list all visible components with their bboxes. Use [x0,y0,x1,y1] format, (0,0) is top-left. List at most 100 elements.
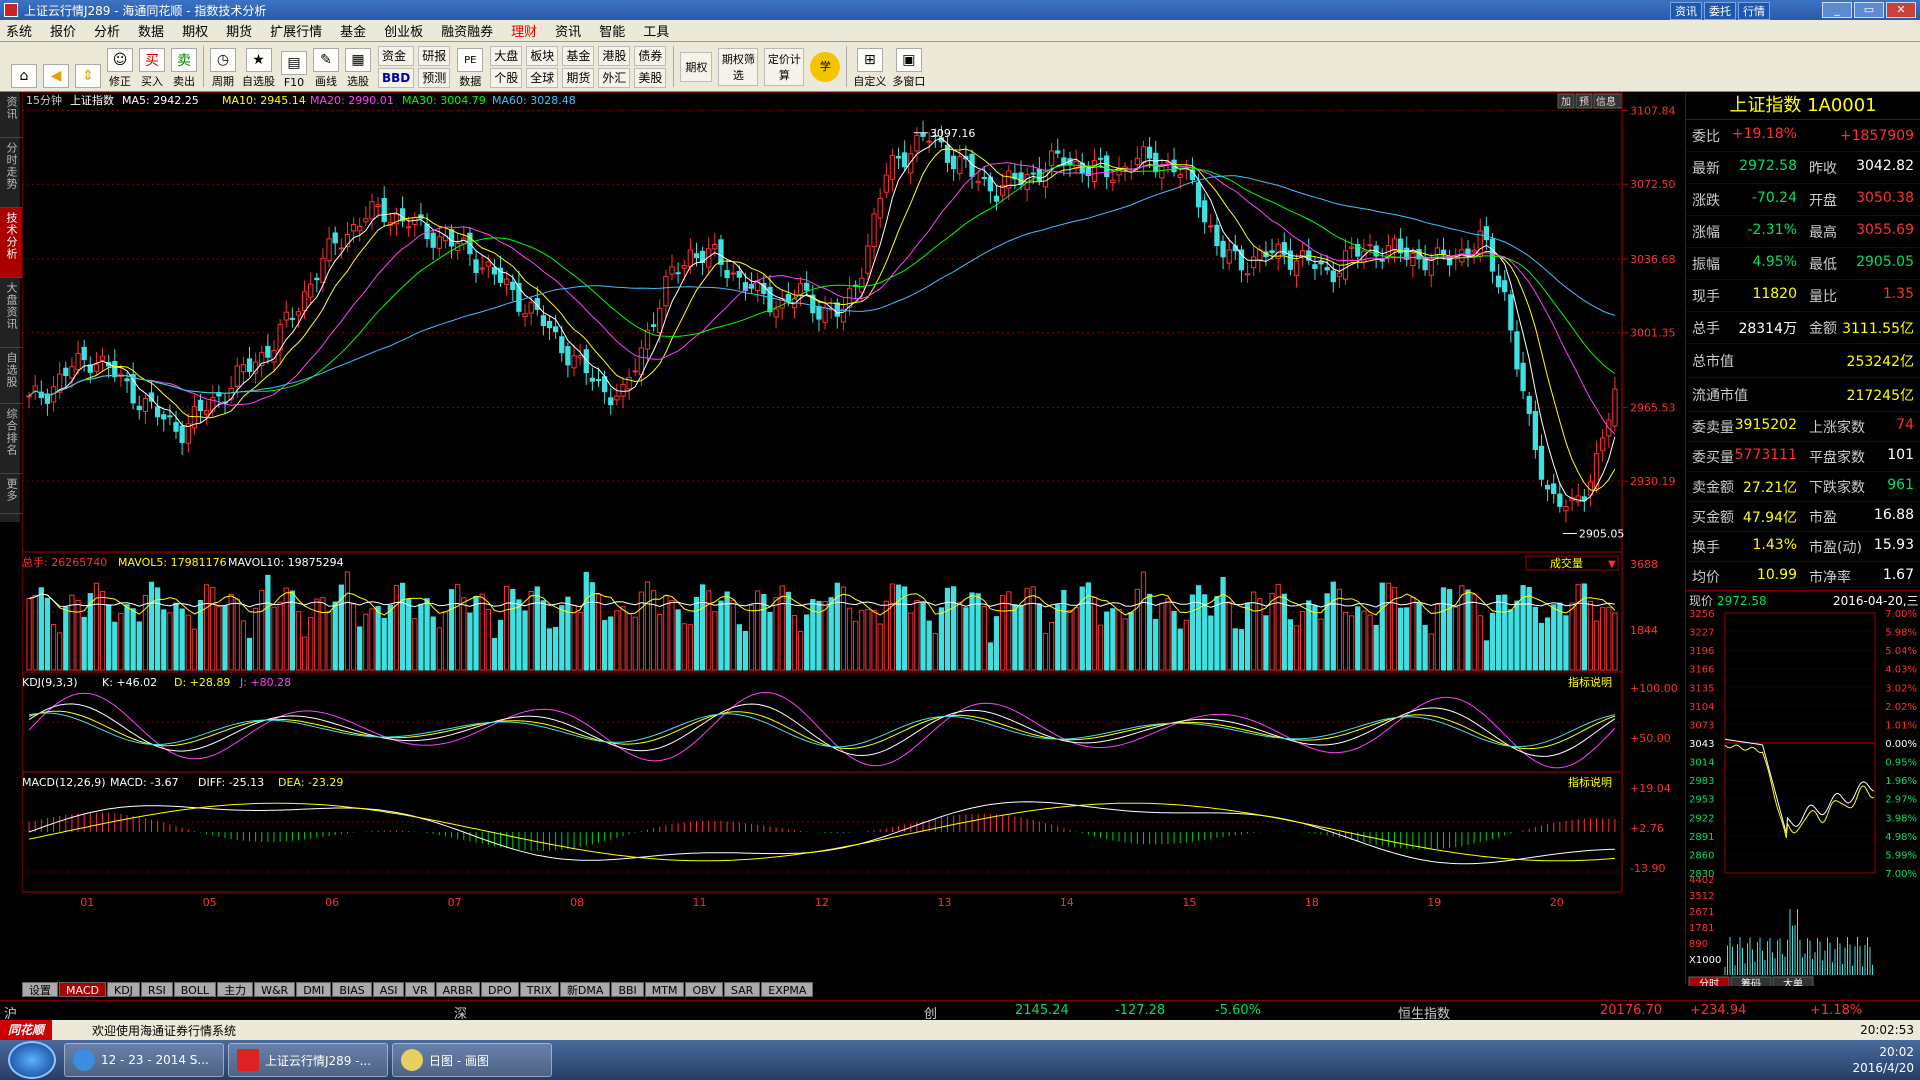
menu-options[interactable]: 期权 [182,21,208,40]
indicator-tab-15[interactable]: BBI [611,982,644,997]
menu-tools[interactable]: 工具 [643,21,669,40]
left-tab-market-news[interactable]: 大盘资讯 [0,278,22,348]
mini-tab-label-0[interactable]: 分时 [1699,978,1719,990]
fund-button[interactable]: 基金 [562,45,595,66]
global-button[interactable]: 全球 [526,67,559,88]
indicator-tab-18[interactable]: SAR [723,982,761,997]
period-button[interactable]: ◷ 周期 [207,42,239,91]
indicator-tab-3[interactable]: RSI [140,982,173,997]
menu-quote[interactable]: 报价 [50,21,76,40]
left-tab-watchlist[interactable]: 自选股 [0,348,22,404]
forecast-button[interactable]: 预测 [418,67,451,88]
left-tab-news[interactable]: 资讯 [0,92,22,138]
us-stock-button[interactable]: 美股 [634,67,667,88]
indicator-tab-13[interactable]: TRIX [519,982,559,997]
up-down-button[interactable]: ⇕ [72,42,104,91]
title-link-trade[interactable]: 委托 [1704,2,1736,20]
watchlist-button[interactable]: ★ 自选股 [239,42,278,91]
indicator-tab-5[interactable]: 主力 [217,982,254,997]
left-tab-technical[interactable]: 技术分析 [0,208,22,278]
home-button[interactable]: ⌂ [8,42,40,91]
menu-info[interactable]: 资讯 [555,21,581,40]
title-link-quote[interactable]: 行情 [1738,2,1770,20]
candle-body [26,395,32,398]
indicator-tab-1[interactable]: MACD [59,982,106,997]
custom-button[interactable]: ⊞ 自定义 [850,42,889,91]
taskbar-item-ie[interactable]: 12 - 23 - 2014 S... [64,1043,224,1077]
data-button[interactable]: PE 数据 [454,42,486,91]
restore-button[interactable]: ▭ [1854,2,1884,18]
revise-button[interactable]: ☺ 修正 [104,42,136,91]
macd-help[interactable]: 指标说明 [1568,775,1612,789]
research-button[interactable]: 研报 [418,45,451,66]
indicator-tab-9[interactable]: ASI [372,982,405,997]
indicator-tab-7[interactable]: DMI [296,982,332,997]
mini-intraday-svg[interactable]: 现价 2972.58 2016-04-20,三 3256 3227 3196 3166… [1685,591,1920,990]
sell-button[interactable]: 卖卖出 [168,42,200,91]
learn-button[interactable]: 学 [807,42,843,91]
menu-smart[interactable]: 智能 [599,21,625,40]
market-button[interactable]: 大盘 [490,45,523,66]
stock-button[interactable]: 个股 [490,67,523,88]
buy-button[interactable]: 买买入 [136,42,168,91]
sector-button[interactable]: 板块 [526,45,559,66]
options-button[interactable]: 期权 [677,42,715,91]
left-tab-ranking[interactable]: 综合排名 [0,404,22,474]
menu-futures[interactable]: 期货 [226,21,252,40]
multiwindow-button[interactable]: ▣ 多窗口 [889,42,928,91]
forecast-btn[interactable]: 预 [1579,96,1589,108]
menu-system[interactable]: 系统 [6,21,32,40]
left-tab-more[interactable]: 更多 [0,474,22,514]
chart-svg[interactable]: 15分钟 上证指数 MA5: 2942.25 MA10: 2945.14 MA2… [21,91,1682,982]
indicator-tab-2[interactable]: KDJ [106,982,140,997]
title-link-news[interactable]: 资讯 [1670,2,1702,20]
forex-button[interactable]: 外汇 [598,67,631,88]
menu-ext[interactable]: 扩展行情 [270,21,322,40]
indicator-tab-19[interactable]: EXPMA [761,982,814,997]
menu-wealth[interactable]: 理财 [511,21,537,40]
system-tray[interactable]: 20:02 2016/4/20 [1852,1044,1914,1076]
pricing-button[interactable]: 定价计算 [761,42,807,91]
futures-button[interactable]: 期货 [562,67,595,88]
bond-button[interactable]: 债券 [634,45,667,66]
add-btn[interactable]: 加 [1561,96,1571,108]
chart-area[interactable]: 15分钟 上证指数 MA5: 2942.25 MA10: 2945.14 MA2… [21,91,1678,990]
back-button[interactable]: ◀ [40,42,72,91]
menu-data[interactable]: 数据 [138,21,164,40]
hk-button[interactable]: 港股 [598,45,631,66]
indicator-tab-16[interactable]: MTM [644,982,685,997]
mini-tab-label-2[interactable]: 大单 [1783,977,1803,990]
taskbar-item-ths[interactable]: 上证云行情J289 -... [228,1043,388,1077]
candle-body [920,132,926,137]
menu-gem[interactable]: 创业板 [384,21,423,40]
kdj-help[interactable]: 指标说明 [1568,675,1612,689]
options-filter-button[interactable]: 期权筛选 [715,42,761,91]
indicator-tab-4[interactable]: BOLL [173,982,217,997]
bbd-button[interactable]: BBD [378,67,415,88]
info-btn[interactable]: 信息 [1596,95,1616,108]
indicator-tab-0[interactable]: 设置 [22,982,58,997]
taskbar-item-paint[interactable]: 日图 - 画图 [392,1043,552,1077]
indicator-tab-10[interactable]: VR [405,982,435,997]
draw-line-button[interactable]: ✎ 画线 [310,42,342,91]
indicator-tab-6[interactable]: W&R [254,982,296,997]
minimize-button[interactable]: _ [1822,2,1852,18]
indicator-tab-14[interactable]: 新DMA [559,982,611,997]
start-button[interactable] [8,1041,56,1079]
indicator-tab-11[interactable]: ARBR [435,982,481,997]
volume-bar [1244,602,1251,671]
volume-selector[interactable]: 成交量 [1550,556,1583,570]
menu-analysis[interactable]: 分析 [94,21,120,40]
close-button[interactable]: ✕ [1886,2,1916,18]
f10-button[interactable]: ▤ F10 [278,42,310,91]
stock-picker-button[interactable]: ▦ 选股 [342,42,374,91]
indicator-tab-12[interactable]: DPO [481,982,519,997]
indicator-tab-17[interactable]: OBV [685,982,723,997]
chevron-down-icon[interactable]: ▼ [1608,559,1616,570]
menu-margin[interactable]: 融资融券 [441,21,493,40]
mini-tab-label-1[interactable]: 筹码 [1741,977,1761,990]
indicator-tab-8[interactable]: BIAS [332,982,372,997]
menu-fund[interactable]: 基金 [340,21,366,40]
funds-button[interactable]: 资金 [378,45,415,66]
left-tab-intraday[interactable]: 分时走势 [0,138,22,208]
